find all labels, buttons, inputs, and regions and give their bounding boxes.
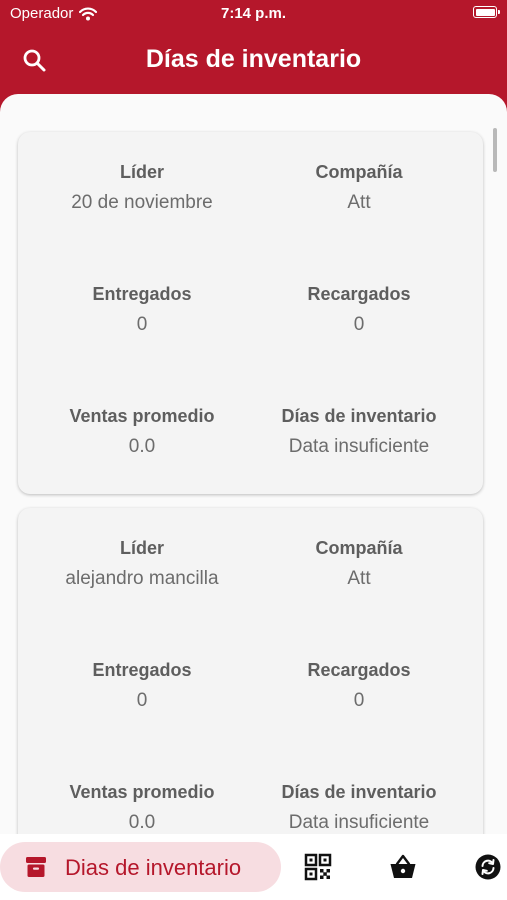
recharged-value: 0 xyxy=(353,690,365,711)
company-value: Att xyxy=(347,192,371,213)
company-value: Att xyxy=(347,568,371,589)
inventory-list[interactable]: Líder 20 de noviembre Compañía Att Entre… xyxy=(0,94,507,834)
inventory-days-field: Días de inventario Data insuficiente xyxy=(249,782,469,834)
leader-field: Líder 20 de noviembre xyxy=(32,162,252,214)
delivered-value: 0 xyxy=(136,314,148,335)
nav-item-qr-scan[interactable] xyxy=(304,853,332,881)
inventory-days-label: Días de inventario xyxy=(281,782,437,802)
sync-icon xyxy=(475,854,501,880)
delivered-label: Entregados xyxy=(92,284,192,304)
avg-sales-value: 0.0 xyxy=(128,436,156,457)
leader-label: Líder xyxy=(119,162,164,182)
inventory-days-value: Data insuficiente xyxy=(288,812,430,833)
delivered-label: Entregados xyxy=(92,660,192,680)
nav-item-basket[interactable] xyxy=(389,853,417,881)
archive-box-icon xyxy=(26,857,46,877)
inventory-days-label: Días de inventario xyxy=(281,406,437,426)
status-bar: Operador 7:14 p.m. xyxy=(0,0,507,30)
inventory-days-field: Días de inventario Data insuficiente xyxy=(249,406,469,458)
scrollbar-thumb[interactable] xyxy=(493,128,497,172)
inventory-days-value: Data insuficiente xyxy=(288,436,430,457)
company-field: Compañía Att xyxy=(249,162,469,214)
delivered-value: 0 xyxy=(136,690,148,711)
company-field: Compañía Att xyxy=(249,538,469,590)
company-label: Compañía xyxy=(315,538,403,558)
avg-sales-label: Ventas promedio xyxy=(69,406,215,426)
qr-code-icon xyxy=(304,853,332,881)
avg-sales-field: Ventas promedio 0.0 xyxy=(32,782,252,834)
recharged-value: 0 xyxy=(353,314,365,335)
recharged-field: Recargados 0 xyxy=(249,284,469,336)
nav-item-inventory-days[interactable]: Dias de inventario xyxy=(0,842,281,892)
leader-field: Líder alejandro mancilla xyxy=(32,538,252,590)
nav-item-sync[interactable] xyxy=(474,853,502,881)
delivered-field: Entregados 0 xyxy=(32,284,252,336)
leader-label: Líder xyxy=(119,538,164,558)
shopping-basket-icon xyxy=(390,854,416,878)
bottom-nav: Dias de inventario xyxy=(0,834,507,900)
leader-value: alejandro mancilla xyxy=(65,568,219,589)
app-header: Días de inventario xyxy=(0,30,507,94)
page-title: Días de inventario xyxy=(145,45,362,73)
company-label: Compañía xyxy=(315,162,403,182)
delivered-field: Entregados 0 xyxy=(32,660,252,712)
leader-value: 20 de noviembre xyxy=(71,192,213,213)
status-time: 7:14 p.m. xyxy=(220,5,287,22)
avg-sales-label: Ventas promedio xyxy=(69,782,215,802)
inventory-card: Líder alejandro mancilla Compañía Att En… xyxy=(18,508,483,834)
recharged-field: Recargados 0 xyxy=(249,660,469,712)
recharged-label: Recargados xyxy=(307,284,411,304)
avg-sales-field: Ventas promedio 0.0 xyxy=(32,406,252,458)
recharged-label: Recargados xyxy=(307,660,411,680)
inventory-card: Líder 20 de noviembre Compañía Att Entre… xyxy=(18,132,483,494)
avg-sales-value: 0.0 xyxy=(128,812,156,833)
nav-item-inventory-days-label: Dias de inventario xyxy=(65,855,242,880)
battery-icon xyxy=(473,6,500,18)
